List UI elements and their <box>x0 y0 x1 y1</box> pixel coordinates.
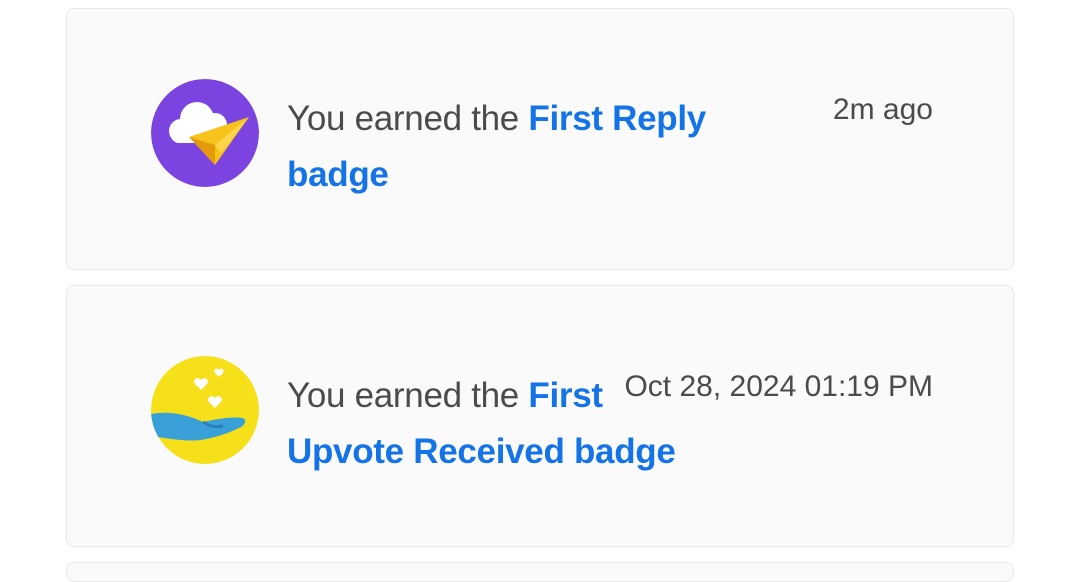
badge-link[interactable]: First <box>528 376 603 415</box>
paper-plane-cloud-badge-icon <box>151 79 259 187</box>
timestamp: 2m ago <box>832 93 933 126</box>
notification-message: You earned the First Reply badge <box>287 91 727 203</box>
badge-link[interactable]: First Reply <box>528 99 706 138</box>
notification-card[interactable]: You earned the First Reply badge 2m ago <box>66 8 1014 270</box>
badge-link-suffix[interactable]: badge <box>287 155 389 194</box>
hand-hearts-badge-icon <box>151 356 259 464</box>
notification-card[interactable] <box>66 562 1014 582</box>
badge-link-cont[interactable]: Upvote Received badge <box>287 432 676 471</box>
message-prefix: You earned the <box>287 376 529 415</box>
message-prefix: You earned the <box>287 99 529 138</box>
notification-card[interactable]: You earned the First Upvote Received bad… <box>66 285 1014 547</box>
timestamp: Oct 28, 2024 01:19 PM <box>624 370 933 403</box>
